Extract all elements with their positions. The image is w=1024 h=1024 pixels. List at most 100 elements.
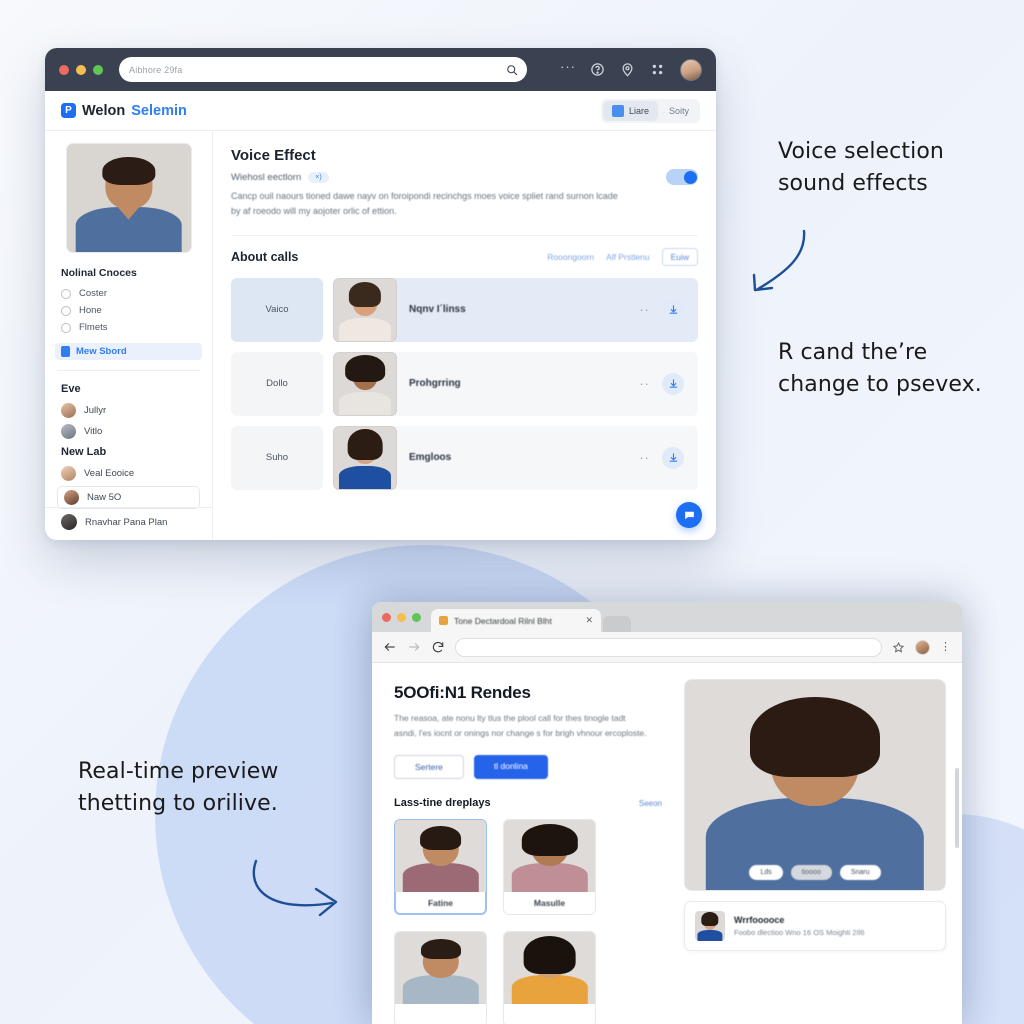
section-link-1[interactable]: Rooongoorn [547, 252, 594, 262]
subsection-title: Lass-tine dreplays [394, 796, 491, 809]
row-card[interactable]: Emgloos ·· [333, 425, 698, 490]
primary-button[interactable]: tl donlina [473, 754, 548, 779]
more-horizontal-icon[interactable]: ·· [639, 303, 650, 316]
row-card[interactable]: Nqnv I´linss ·· [333, 277, 698, 342]
preview-chip[interactable]: Lds [749, 865, 783, 880]
row-tag: Vaico [231, 277, 323, 342]
sidebar-radio-coster[interactable]: Coster [45, 285, 212, 302]
avatar-card[interactable] [394, 930, 487, 1024]
preview-chip[interactable]: Snaru [839, 865, 881, 880]
avatar-card-image [504, 819, 595, 892]
download-icon[interactable] [662, 298, 684, 321]
voice-rows: Vaico Nqnv I´linss ·· Dollo Prohgrring ·… [231, 277, 698, 490]
page-title: Voice Effect [231, 147, 316, 164]
avatar-card[interactable] [503, 930, 596, 1024]
brand-name-second: Selemin [131, 102, 187, 119]
table-row[interactable]: Dollo Prohgrring ·· [231, 351, 698, 416]
minimize-window-button[interactable] [76, 64, 86, 75]
back-arrow-icon[interactable] [383, 640, 397, 654]
avatar-card[interactable]: Fatine [394, 818, 487, 915]
preview-info-card[interactable]: Wrrfooooce Foobo dlectioo Wno 16 OS Moig… [684, 901, 946, 951]
preview-info-name: Wrrfooooce [734, 915, 785, 925]
voice-effect-toggle[interactable] [666, 169, 698, 185]
row-name: Emgloos [409, 452, 452, 464]
table-row[interactable]: Vaico Nqnv I´linss ·· [231, 277, 698, 342]
window-traffic-lights[interactable] [59, 64, 103, 75]
row-name: Prohgrring [409, 378, 461, 390]
maximize-window-button[interactable] [412, 612, 421, 622]
search-input[interactable]: Aibhore 29fa [119, 57, 527, 82]
sidebar-radio-hone[interactable]: Hone [45, 302, 212, 319]
browser-content: 5OOfi:N1 Rendes The reasoa, ate nonu lty… [372, 663, 962, 1024]
subsection-header: Lass-tine dreplays Seeon [394, 797, 662, 809]
section-link-2[interactable]: Alf Prstlenu [606, 252, 649, 262]
chat-icon[interactable] [676, 502, 702, 528]
browser-right-panel: Lds tioooo Snaru Wrrfooooce Foobo dlecti… [680, 663, 962, 1024]
search-icon [507, 64, 518, 75]
browser-tab[interactable]: Tone Dectardoal Rilnl Blht ✕ [431, 609, 601, 632]
sidebar-group-title-eve: Eve [61, 383, 81, 395]
minimize-window-button[interactable] [397, 612, 406, 622]
scrollbar[interactable] [955, 768, 959, 848]
list-item[interactable]: Naw 5O [57, 486, 200, 509]
view-switcher-option-sorty[interactable]: Soity [660, 101, 698, 121]
video-preview[interactable]: Lds tioooo Snaru [684, 679, 946, 891]
preview-chip[interactable]: tioooo [790, 865, 832, 880]
more-horizontal-icon[interactable]: ·· [639, 451, 650, 464]
list-item[interactable]: Vitlo [45, 421, 212, 442]
bookmark-star-icon[interactable] [892, 641, 905, 654]
section-actions: Rooongoorn Alf Prstlenu Euiw [547, 247, 698, 266]
sidebar-item-mew-sbord[interactable]: Mew Sbord [55, 343, 202, 360]
subtitle-label: Wiehosl eectlorn [231, 172, 302, 183]
download-icon[interactable] [662, 446, 684, 469]
browser-window: Tone Dectardoal Rilnl Blht ✕ ⋮ 5OOfi:N1 … [372, 602, 962, 1024]
list-item-label: Vitlo [84, 426, 103, 437]
more-options-icon[interactable]: ··· [560, 60, 575, 77]
list-item[interactable]: Jullyr [45, 400, 212, 421]
close-window-button[interactable] [59, 64, 69, 75]
row-card[interactable]: Prohgrring ·· [333, 351, 698, 416]
support-icon[interactable] [590, 62, 605, 77]
location-icon[interactable] [620, 62, 635, 77]
kebab-menu-icon[interactable]: ⋮ [940, 642, 951, 653]
view-switcher-option-library[interactable]: Liare [602, 100, 658, 121]
avatar-card[interactable]: Masulle [503, 818, 596, 915]
subsection-link[interactable]: Seeon [639, 799, 662, 808]
section-title: About calls [231, 249, 299, 264]
secondary-button[interactable]: Sertere [394, 754, 464, 779]
table-row[interactable]: Suho Emgloos ·· [231, 425, 698, 490]
forward-arrow-icon[interactable] [407, 640, 421, 654]
list-item[interactable]: Veal Eooice [45, 463, 212, 484]
radio-icon [61, 322, 71, 333]
lock-icon [439, 616, 448, 625]
sidebar-bottom-item[interactable]: Rnavhar Pana Plan [45, 507, 212, 540]
user-avatar[interactable] [680, 58, 702, 81]
address-bar[interactable] [455, 637, 882, 657]
sidebar-divider [57, 370, 200, 371]
download-icon[interactable] [662, 372, 684, 395]
close-window-button[interactable] [382, 612, 391, 622]
maximize-window-button[interactable] [93, 64, 103, 75]
more-horizontal-icon[interactable]: ·· [639, 377, 650, 390]
profile-avatar-icon[interactable] [915, 639, 930, 655]
building-icon [611, 104, 624, 117]
sidebar-radio-flmets[interactable]: Flmets [45, 319, 212, 336]
avatar-card-image [395, 931, 486, 1004]
new-tab-button[interactable] [603, 616, 631, 632]
annotation-change-voice: R cand the’re change to psevex. [778, 340, 982, 397]
app-window: Aibhore 29fa ··· P Welon Selemin Liare S… [45, 48, 716, 540]
avatar-card-label [504, 1004, 595, 1024]
divider [231, 234, 698, 236]
section-button[interactable]: Euiw [661, 247, 698, 266]
browser-traffic-lights[interactable] [382, 602, 421, 632]
description-text: Cancp ouil naours tioned dawe nayv on fo… [231, 191, 618, 216]
reload-icon[interactable] [431, 640, 445, 654]
view-switcher-label-sorty: Soity [668, 105, 689, 116]
browser-tabbar: Tone Dectardoal Rilnl Blht ✕ [372, 602, 962, 632]
sidebar-bottom-label: Rnavhar Pana Plan [85, 516, 168, 528]
avatar [61, 514, 77, 530]
apps-grid-icon[interactable] [650, 62, 665, 77]
avatar-card-image [395, 819, 486, 892]
titlebar-tools: ··· [560, 58, 702, 81]
close-icon[interactable]: ✕ [585, 615, 593, 626]
